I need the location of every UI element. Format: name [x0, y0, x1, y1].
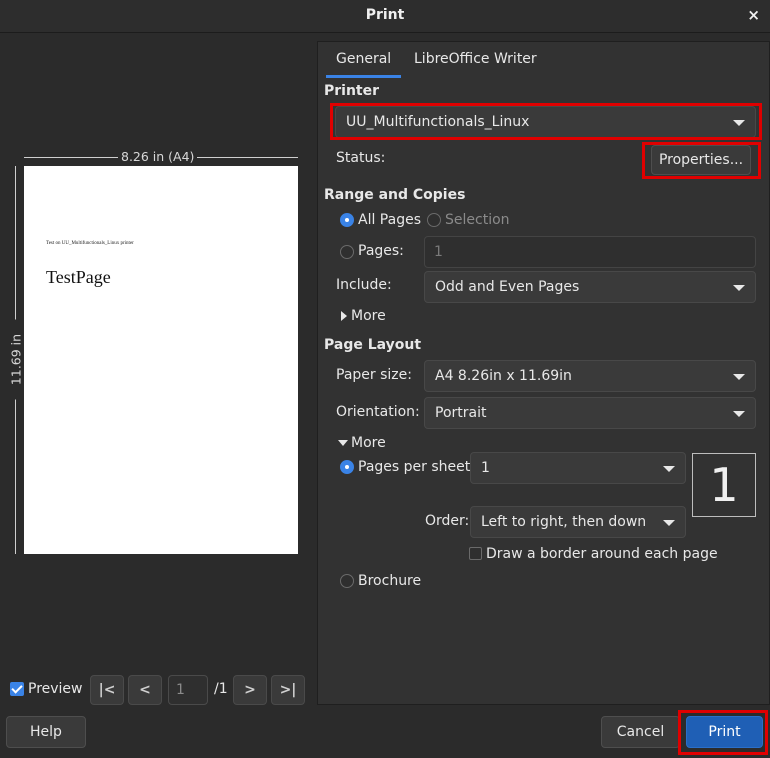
help-button[interactable]: Help: [6, 716, 86, 748]
first-page-button[interactable]: |<: [90, 675, 124, 705]
cancel-button[interactable]: Cancel: [601, 716, 680, 748]
all-pages-label: All Pages: [358, 212, 421, 228]
chevron-down-icon: [663, 520, 675, 526]
printer-highlight: [330, 103, 762, 140]
preview-label: Preview: [28, 681, 83, 697]
next-page-button[interactable]: >: [233, 675, 267, 705]
pages-input[interactable]: 1: [424, 236, 756, 268]
chevron-down-icon: [733, 285, 745, 291]
paper-size-label: Paper size:: [336, 367, 412, 383]
include-label: Include:: [336, 277, 392, 293]
expand-down-icon[interactable]: [338, 440, 348, 446]
previous-page-icon: <: [139, 682, 151, 698]
layout-more-expander[interactable]: More: [351, 435, 386, 451]
draw-border-label: Draw a border around each page: [486, 546, 718, 562]
close-icon[interactable]: ×: [747, 6, 760, 24]
brochure-radio[interactable]: [340, 574, 354, 588]
orientation-value: Portrait: [435, 405, 487, 421]
selection-radio[interactable]: [427, 213, 441, 227]
chevron-down-icon: [663, 466, 675, 472]
pages-per-sheet-select[interactable]: 1: [470, 452, 686, 484]
include-select-value: Odd and Even Pages: [435, 279, 580, 295]
printer-heading: Printer: [324, 83, 380, 99]
selection-label: Selection: [445, 212, 510, 228]
current-page-input[interactable]: 1: [168, 675, 208, 705]
order-select[interactable]: Left to right, then down: [470, 506, 686, 538]
next-page-icon: >: [244, 682, 256, 698]
previous-page-button[interactable]: <: [128, 675, 162, 705]
first-page-icon: |<: [98, 682, 116, 698]
brochure-label: Brochure: [358, 573, 422, 589]
pages-per-sheet-radio[interactable]: [340, 460, 354, 474]
pages-per-sheet-value: 1: [481, 460, 490, 476]
status-label: Status:: [336, 150, 386, 166]
page-preview-header-text: Test on UU_Multifunctionals_Linux printe…: [46, 241, 134, 246]
draw-border-checkbox[interactable]: [469, 547, 482, 560]
page-preview-body-text: TestPage: [46, 267, 111, 287]
total-pages-label: /1: [214, 681, 228, 697]
width-dimension-label: 8.26 in (A4): [118, 149, 198, 164]
last-page-button[interactable]: >|: [271, 675, 305, 705]
tab-libreoffice-writer[interactable]: LibreOffice Writer: [404, 42, 547, 78]
page-preview: Test on UU_Multifunctionals_Linux printe…: [24, 166, 298, 554]
orientation-select[interactable]: Portrait: [424, 397, 756, 429]
paper-size-value: A4 8.26in x 11.69in: [435, 368, 572, 384]
range-more-expander[interactable]: More: [351, 308, 386, 324]
order-value: Left to right, then down: [481, 514, 647, 530]
height-dimension-label: 11.69 in: [8, 319, 24, 400]
window-title: Print: [365, 7, 405, 23]
print-highlight: [678, 710, 768, 755]
paper-size-select[interactable]: A4 8.26in x 11.69in: [424, 360, 756, 392]
pages-radio[interactable]: [340, 245, 354, 259]
expand-right-icon[interactable]: [341, 311, 347, 321]
all-pages-radio[interactable]: [340, 213, 354, 227]
chevron-down-icon: [733, 411, 745, 417]
chevron-down-icon: [733, 374, 745, 380]
orientation-label: Orientation:: [336, 404, 420, 420]
include-select[interactable]: Odd and Even Pages: [424, 271, 756, 303]
tab-general[interactable]: General: [326, 42, 402, 78]
properties-highlight: [642, 142, 761, 179]
pages-per-sheet-label: Pages per sheet:: [358, 459, 475, 475]
title-bar: Print ×: [0, 0, 770, 33]
pages-label: Pages:: [358, 243, 404, 259]
range-heading: Range and Copies: [324, 187, 466, 203]
preview-checkbox[interactable]: [10, 682, 24, 696]
pages-per-sheet-preview: 1: [692, 453, 756, 517]
last-page-icon: >|: [279, 682, 297, 698]
page-layout-heading: Page Layout: [324, 337, 422, 353]
order-label: Order:: [425, 513, 470, 529]
